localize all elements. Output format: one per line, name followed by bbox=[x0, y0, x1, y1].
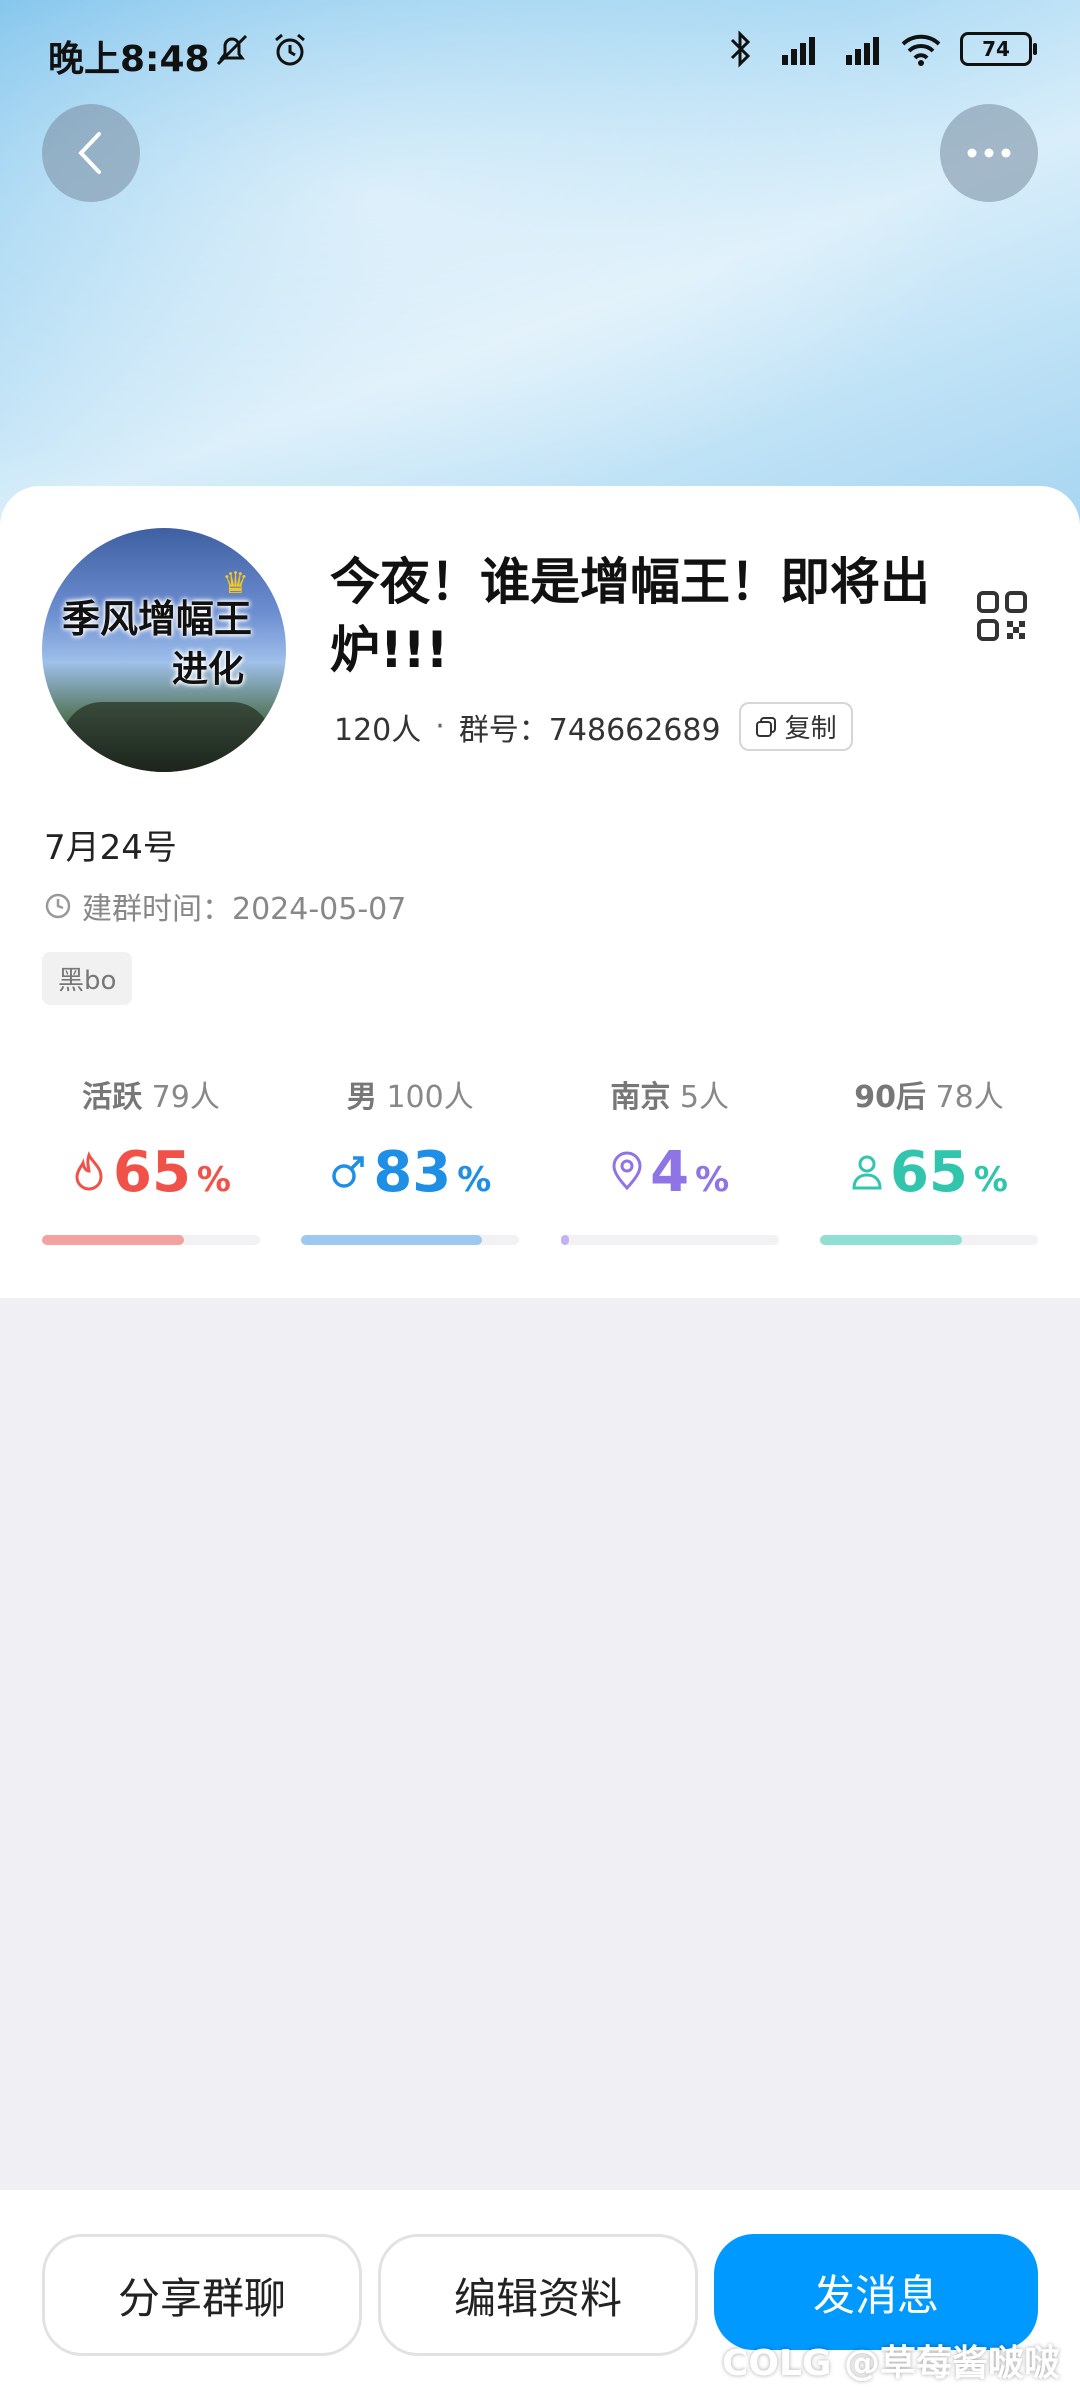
status-bar: 晚上8:48 74 bbox=[0, 0, 1080, 110]
alarm-icon bbox=[275, 33, 305, 66]
qr-code-icon[interactable] bbox=[976, 590, 1028, 642]
clock-icon bbox=[45, 893, 71, 919]
copy-icon bbox=[755, 716, 776, 737]
meta-separator: · bbox=[435, 709, 445, 744]
stat-label: 90后 bbox=[854, 1080, 926, 1115]
stat-count: 5人 bbox=[679, 1080, 729, 1115]
avatar-figures bbox=[62, 702, 272, 772]
stat-value: 65 bbox=[889, 1140, 968, 1205]
stat-count: 78人 bbox=[935, 1080, 1004, 1115]
stat-bar-fill bbox=[819, 1235, 962, 1245]
signal-icon-2 bbox=[836, 33, 882, 65]
stat-label: 活跃 bbox=[82, 1080, 143, 1115]
back-button[interactable] bbox=[42, 104, 140, 202]
flame-icon bbox=[75, 1151, 103, 1191]
stat-age: 90后 78人 65% bbox=[819, 1072, 1038, 1245]
avatar-text-line2: 进化 bbox=[172, 649, 245, 690]
member-count: 120人 bbox=[334, 712, 422, 748]
stat-count: 100人 bbox=[386, 1080, 474, 1115]
edit-profile-button[interactable]: 编辑资料 bbox=[378, 2234, 698, 2356]
stat-label: 男 bbox=[346, 1080, 377, 1115]
copy-id-button[interactable]: 复制 bbox=[738, 702, 853, 751]
stat-value: 65 bbox=[112, 1140, 191, 1205]
muted-notification-icon bbox=[216, 34, 248, 66]
watermark: COLG @草莓酱啵啵 bbox=[721, 2343, 1060, 2384]
share-group-button[interactable]: 分享群聊 bbox=[42, 2234, 362, 2356]
location-icon bbox=[612, 1151, 642, 1191]
avatar-text-line1: 季风增幅王 bbox=[62, 597, 253, 641]
send-message-button[interactable]: 发消息 bbox=[714, 2234, 1038, 2350]
more-options-button[interactable] bbox=[940, 104, 1038, 202]
stat-count: 79人 bbox=[151, 1080, 220, 1115]
stat-bar-fill bbox=[42, 1235, 184, 1245]
stats-row: 活跃 79人 65% 男 100人 83% 南京 5人 4% 90后 78人 6… bbox=[42, 1072, 1038, 1245]
stat-unit: % bbox=[196, 1160, 231, 1200]
stat-male: 男 100人 83% bbox=[301, 1072, 520, 1245]
chevron-left-icon bbox=[78, 132, 101, 174]
stat-bar-track bbox=[819, 1235, 1038, 1245]
group-title: 今夜！谁是增幅王！即将出炉!!! bbox=[330, 553, 930, 679]
stat-location: 南京 5人 4% bbox=[560, 1072, 779, 1245]
group-meta: 120人 · 群号：748662689 复制 bbox=[334, 702, 853, 751]
stat-bar-fill bbox=[301, 1235, 483, 1245]
signal-icon-1 bbox=[772, 33, 818, 65]
group-tag[interactable]: 黑bo bbox=[42, 952, 133, 1005]
stat-bar-track bbox=[560, 1235, 779, 1245]
stat-bar-track bbox=[301, 1235, 520, 1245]
creation-date-row: 建群时间：2024-05-07 bbox=[44, 884, 406, 928]
stat-bar-fill bbox=[560, 1235, 570, 1245]
stat-bar-track bbox=[42, 1235, 260, 1245]
group-intro: 7月24号 bbox=[44, 828, 177, 868]
wifi-icon bbox=[901, 34, 941, 66]
stat-value: 83 bbox=[373, 1140, 452, 1205]
group-id: 群号：748662689 bbox=[458, 712, 721, 748]
stat-active: 活跃 79人 65% bbox=[42, 1072, 260, 1245]
stat-label: 南京 bbox=[610, 1080, 671, 1115]
creation-date: 建群时间：2024-05-07 bbox=[82, 892, 407, 927]
male-icon bbox=[332, 1156, 365, 1188]
copy-label: 复制 bbox=[784, 714, 837, 744]
stat-unit: % bbox=[973, 1160, 1008, 1200]
battery-indicator: 74 bbox=[960, 32, 1037, 66]
person-icon bbox=[852, 1155, 882, 1190]
stat-value: 4 bbox=[650, 1140, 690, 1205]
bluetooth-icon bbox=[730, 30, 751, 68]
status-time: 晚上8:48 bbox=[48, 39, 210, 80]
stat-unit: % bbox=[695, 1160, 730, 1200]
stat-unit: % bbox=[457, 1160, 492, 1200]
group-avatar[interactable]: ♛ 季风增幅王 进化 bbox=[42, 528, 286, 772]
more-dots-icon bbox=[967, 148, 1011, 158]
